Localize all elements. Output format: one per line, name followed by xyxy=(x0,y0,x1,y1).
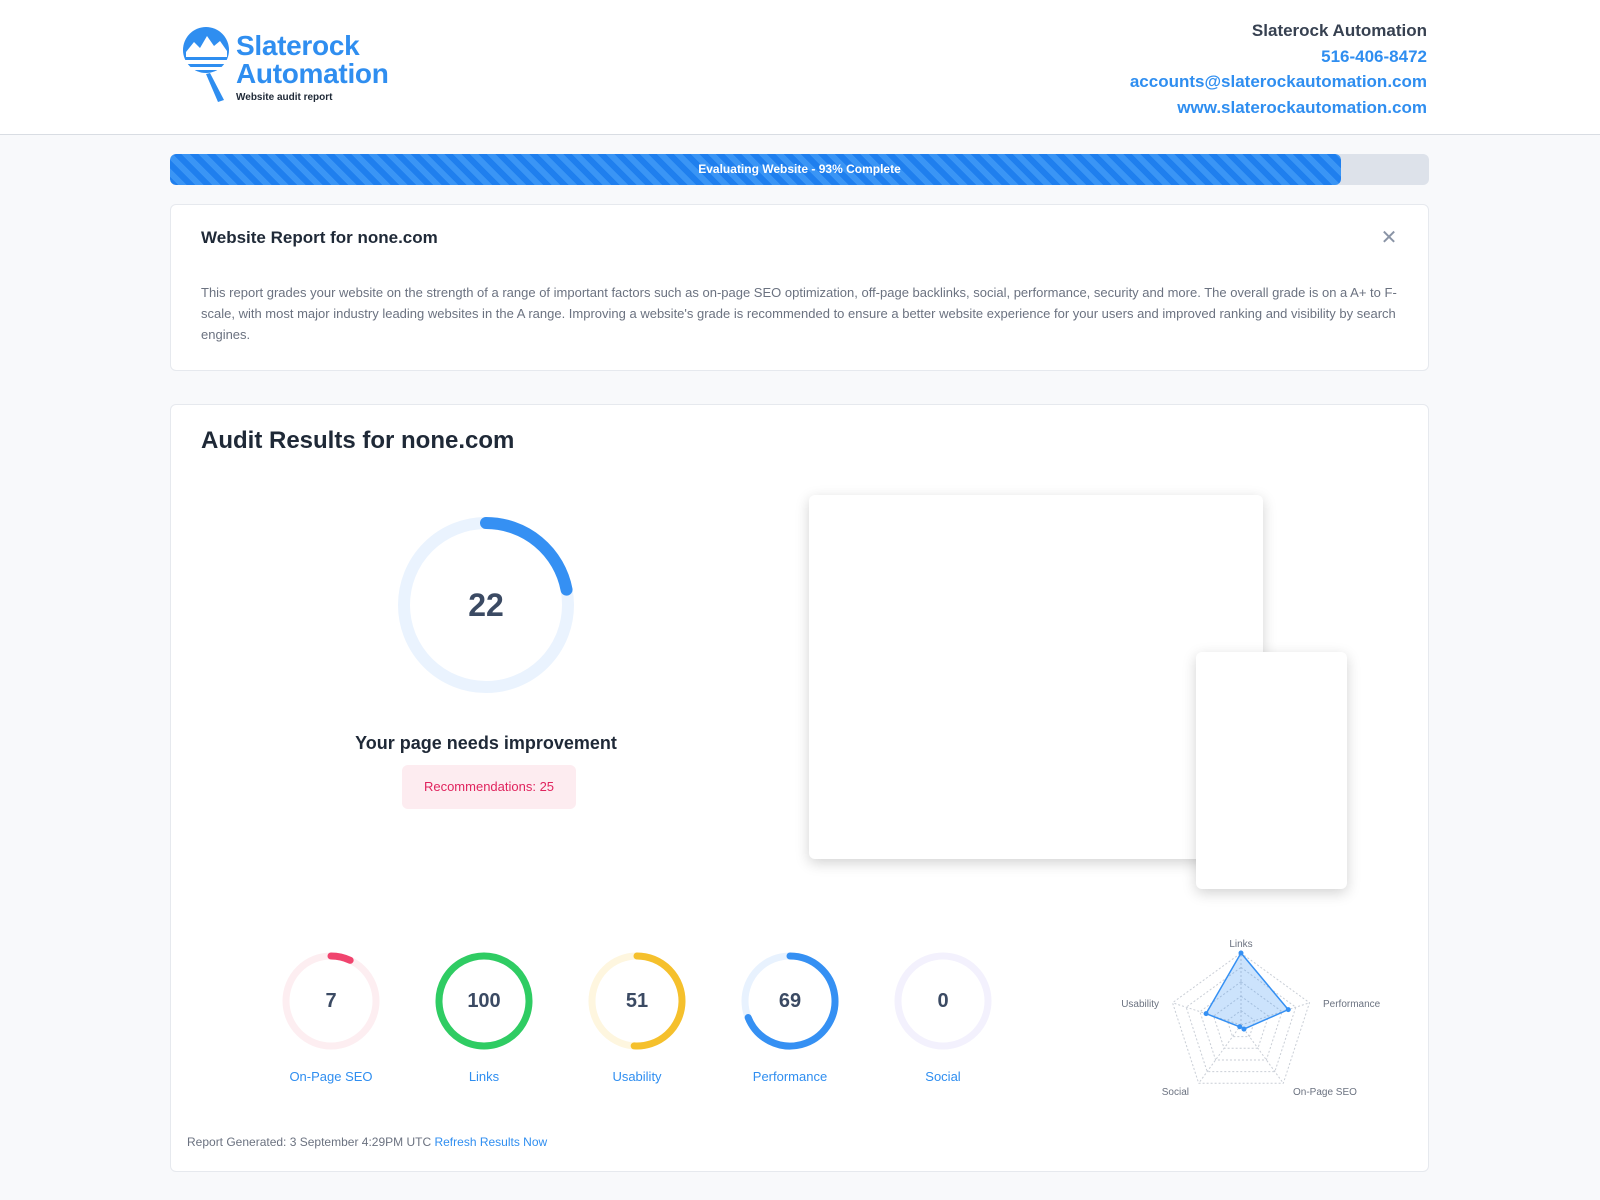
radar-axis-label: Links xyxy=(1229,939,1252,950)
category-label[interactable]: Performance xyxy=(720,1069,860,1084)
radar-data-point xyxy=(1238,950,1244,956)
company-name: Slaterock Automation xyxy=(1251,21,1427,40)
category-label[interactable]: Links xyxy=(414,1069,554,1084)
logo-line-2: Automation xyxy=(236,58,389,89)
report-generated-text: Report Generated: 3 September 4:29PM UTC xyxy=(187,1135,432,1149)
category-label[interactable]: Usability xyxy=(567,1069,707,1084)
email-link[interactable]: accounts@slaterockautomation.com xyxy=(1130,69,1427,95)
category-score: 0 xyxy=(937,990,949,1012)
score-verdict: Your page needs improvement xyxy=(355,733,617,753)
overall-score: 22 xyxy=(468,587,504,623)
report-generated: Report Generated: 3 September 4:29PM UTC… xyxy=(187,1135,547,1149)
close-icon[interactable]: ✕ xyxy=(1380,228,1398,248)
contact-info: Slaterock Automation 516-406-8472 accoun… xyxy=(1130,18,1427,120)
mobile-preview-frame xyxy=(1196,652,1347,889)
company-logo[interactable]: Slaterock Automation Website audit repor… xyxy=(180,24,440,104)
radar-axis-label: On-Page SEO xyxy=(1293,1087,1357,1098)
category-radar-chart: Links Performance On-Page SEO Social Usabili… xyxy=(1121,939,1381,1098)
radar-data-point xyxy=(1237,1024,1243,1030)
radar-data-area xyxy=(1204,951,1290,1030)
refresh-results-link[interactable]: Refresh Results Now xyxy=(434,1135,547,1149)
category-score: 69 xyxy=(778,990,802,1012)
category-label[interactable]: On-Page SEO xyxy=(261,1069,401,1084)
audit-results-card: Audit Results for none.com 22 Your page … xyxy=(170,404,1429,1172)
evaluation-progress-bar: Evaluating Website - 93% Complete xyxy=(170,154,1429,185)
progress-label: Evaluating Website - 93% Complete xyxy=(698,162,901,176)
magnifier-logo-icon xyxy=(183,27,229,102)
category-gauge[interactable]: 100 Links xyxy=(434,951,534,1091)
intro-description: This report grades your website on the s… xyxy=(201,285,1397,342)
category-score: 51 xyxy=(625,990,649,1012)
category-gauge[interactable]: 7 On-Page SEO xyxy=(281,951,381,1091)
website-link[interactable]: www.slaterockautomation.com xyxy=(1130,95,1427,121)
category-score: 7 xyxy=(325,990,337,1012)
radar-axis-label: Performance xyxy=(1323,999,1381,1010)
category-gauge[interactable]: 69 Performance xyxy=(740,951,840,1091)
logo-tagline: Website audit report xyxy=(236,92,333,103)
category-label[interactable]: Social xyxy=(873,1069,1013,1084)
report-intro-card: Website Report for none.com ✕ This repor… xyxy=(170,204,1429,371)
site-header: Slaterock Automation Website audit repor… xyxy=(0,0,1600,135)
desktop-preview-frame xyxy=(809,495,1263,859)
radar-data-point xyxy=(1285,1007,1291,1013)
logo-line-1: Slaterock xyxy=(236,30,360,61)
category-gauge[interactable]: 0 Social xyxy=(893,951,993,1091)
intro-title: Website Report for none.com xyxy=(201,228,438,247)
phone-link[interactable]: 516-406-8472 xyxy=(1130,44,1427,70)
radar-data-point xyxy=(1203,1011,1209,1017)
category-gauge[interactable]: 51 Usability xyxy=(587,951,687,1091)
category-score: 100 xyxy=(467,990,501,1012)
radar-axis-label: Social xyxy=(1162,1087,1189,1098)
radar-data-point xyxy=(1241,1026,1247,1032)
audit-title: Audit Results for none.com xyxy=(201,427,515,454)
logo-wordmark: Slaterock Automation xyxy=(236,32,389,88)
radar-axis-label: Usability xyxy=(1121,999,1159,1010)
recommendations-badge[interactable]: Recommendations: 25 xyxy=(402,765,576,809)
